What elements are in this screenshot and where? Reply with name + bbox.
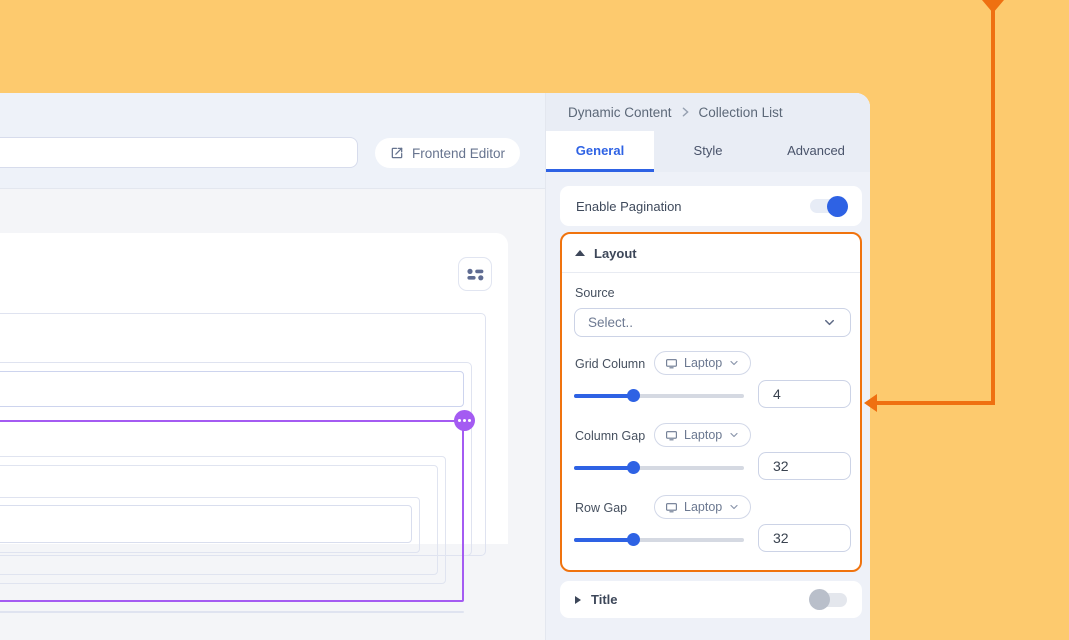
source-select[interactable]: Select.. [574,308,851,337]
grid-column-device-label: Laptop [684,356,722,370]
breadcrumb: Dynamic Content Collection List [546,93,870,131]
editor-canvas [0,189,545,640]
frontend-editor-label: Frontend Editor [412,146,505,161]
row-gap-slider[interactable] [574,533,744,546]
grid-column-device-selector[interactable]: Laptop [654,351,751,375]
row-gap-device-label: Laptop [684,500,722,514]
title-section-toggle[interactable] [811,593,847,607]
selected-element-options-badge[interactable] [454,410,475,431]
chevron-down-icon [728,501,740,513]
grid-column-slider[interactable] [574,389,744,402]
column-gap-device-label: Laptop [684,428,722,442]
ellipsis-icon [458,419,461,422]
grid-column-label: Grid Column [575,357,645,371]
screen: Frontend Editor [0,0,1069,640]
collapse-up-icon [575,250,585,256]
annotation-line-vertical [991,7,995,405]
row-gap-label: Row Gap [575,501,627,515]
title-section-row[interactable]: Title [560,581,862,618]
row-gap-value-input[interactable] [758,524,851,552]
external-link-icon [390,146,404,160]
chevron-down-icon [728,357,740,369]
slider-handle[interactable] [627,533,640,546]
editor-topbar: Frontend Editor [0,93,545,189]
tab-advanced[interactable]: Advanced [762,131,870,172]
laptop-icon [665,357,678,370]
canvas-element-outline[interactable] [0,371,464,407]
panel-body: Enable Pagination Layout Source Select.. [546,172,870,640]
panel-tabs: General Style Advanced [546,131,870,172]
laptop-icon [665,501,678,514]
frontend-editor-button[interactable]: Frontend Editor [375,138,520,168]
title-section-label: Title [591,592,618,607]
layout-section: Layout Source Select.. Grid Column Lapto… [560,232,862,572]
slider-handle[interactable] [627,461,640,474]
column-gap-device-selector[interactable]: Laptop [654,423,751,447]
row-gap-device-selector[interactable]: Laptop [654,495,751,519]
annotation-line-horizontal [877,401,995,405]
slider-handle[interactable] [627,389,640,402]
chevron-right-icon [681,107,690,117]
breadcrumb-parent[interactable]: Dynamic Content [568,105,672,120]
laptop-icon [665,429,678,442]
column-gap-value-input[interactable] [758,452,851,480]
search-input[interactable] [0,137,358,168]
list-settings-icon [467,268,484,281]
enable-pagination-row: Enable Pagination [560,186,862,226]
editor-window: Frontend Editor [0,93,870,640]
enable-pagination-toggle[interactable] [810,199,846,213]
panel-header: Dynamic Content Collection List General … [546,93,870,172]
annotation-arrowhead-left [864,394,877,412]
column-gap-slider[interactable] [574,461,744,474]
canvas-nested-outline-4[interactable] [0,505,412,543]
tab-general[interactable]: General [546,131,654,172]
grid-column-value-input[interactable] [758,380,851,408]
source-label: Source [575,286,615,300]
column-gap-label: Column Gap [575,429,645,443]
breadcrumb-current: Collection List [699,105,783,120]
source-select-value: Select.. [588,315,633,330]
tab-style[interactable]: Style [654,131,762,172]
chevron-down-icon [728,429,740,441]
layout-section-title: Layout [594,246,637,261]
settings-panel: Dynamic Content Collection List General … [545,93,870,640]
canvas-page [0,233,508,544]
chevron-down-icon [822,315,837,330]
layout-section-header[interactable]: Layout [562,234,860,273]
canvas-element-outline-below[interactable] [0,611,464,613]
collection-list-icon-button[interactable] [458,257,492,291]
enable-pagination-label: Enable Pagination [576,199,682,214]
collapse-right-icon [575,596,581,604]
